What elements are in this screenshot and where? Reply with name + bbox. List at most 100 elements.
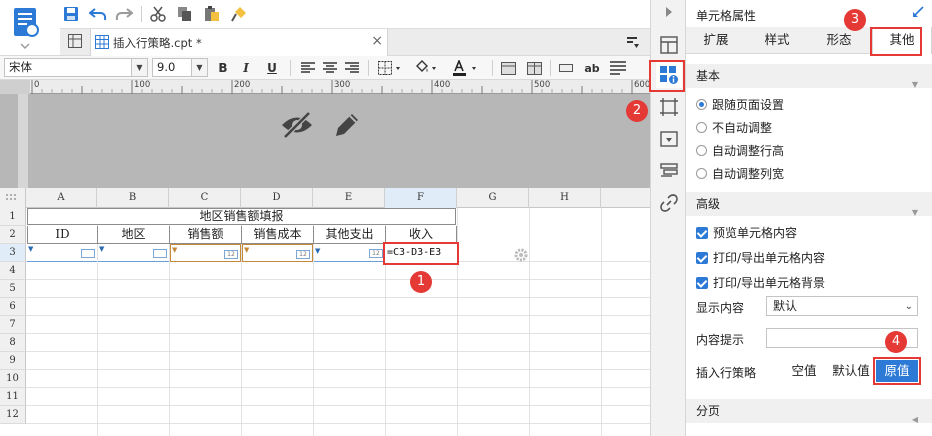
tab-style[interactable]: 样式 xyxy=(746,27,808,54)
font-color-icon[interactable] xyxy=(450,59,484,77)
hyperlink-icon[interactable] xyxy=(656,190,682,216)
column-header-selected[interactable]: F xyxy=(385,188,457,208)
header-cell-id[interactable]: ID xyxy=(27,226,98,244)
insert-option-empty[interactable]: 空值 xyxy=(786,360,822,382)
data-cell-d3[interactable]: ▼ 12 xyxy=(242,244,313,262)
settings-gear-icon[interactable] xyxy=(514,248,528,265)
redo-icon[interactable] xyxy=(113,4,135,24)
radio-auto-row-height[interactable]: 自动调整行高 xyxy=(696,142,784,159)
wrap-icon[interactable] xyxy=(556,59,576,77)
row-header[interactable]: 7 xyxy=(0,316,26,334)
row-header[interactable]: 12 xyxy=(0,406,26,424)
header-cell-sales[interactable]: 销售额 xyxy=(169,226,242,244)
column-header[interactable]: C xyxy=(169,188,241,208)
hide-eye-icon[interactable] xyxy=(280,110,314,143)
undo-icon[interactable] xyxy=(87,4,109,24)
tab-other[interactable]: 其他 xyxy=(872,27,932,54)
column-header[interactable]: A xyxy=(26,188,97,208)
font-family-select[interactable]: 宋体 ▼ xyxy=(4,58,148,77)
cpt-file-icon xyxy=(95,35,109,52)
data-cell-e3[interactable]: ▼ 12 xyxy=(314,244,385,262)
line-spacing-icon[interactable] xyxy=(608,59,628,77)
section-advanced[interactable]: 高级 ▼ xyxy=(686,192,932,217)
row-header[interactable]: 11 xyxy=(0,388,26,406)
cell-attribute-icon[interactable] xyxy=(656,32,682,58)
radio-no-auto[interactable]: 不自动调整 xyxy=(696,119,772,136)
row-header[interactable]: 10 xyxy=(0,370,26,388)
border-icon[interactable] xyxy=(376,59,406,77)
tab-expand[interactable]: 扩展 xyxy=(686,27,746,54)
row-header[interactable]: 8 xyxy=(0,334,26,352)
widget-dropdown-icon[interactable] xyxy=(656,126,682,152)
pin-icon[interactable] xyxy=(912,6,924,21)
row-header[interactable]: 5 xyxy=(0,280,26,298)
insert-option-default[interactable]: 默认值 xyxy=(828,360,874,382)
widget-box xyxy=(81,249,95,258)
italic-button[interactable]: I xyxy=(236,59,256,77)
report-title-cell[interactable]: 地区销售额填报 xyxy=(27,208,456,225)
row-header[interactable]: 9 xyxy=(0,352,26,370)
radio-follow-page[interactable]: 跟随页面设置 xyxy=(696,96,784,113)
column-header[interactable]: E xyxy=(313,188,385,208)
section-basic[interactable]: 基本 ▼ xyxy=(686,64,932,89)
app-logo-icon[interactable] xyxy=(12,6,42,50)
copy-icon[interactable] xyxy=(174,4,196,24)
callout-badge: 2 xyxy=(626,100,648,122)
tab-form[interactable]: 形态 xyxy=(808,27,870,54)
underline-button[interactable]: U xyxy=(262,59,282,77)
tooltip-label: 内容提示 xyxy=(696,333,745,347)
section-paging[interactable]: 分页 ◀ xyxy=(686,399,932,424)
row-header[interactable]: 6 xyxy=(0,298,26,316)
formula-cell-f3[interactable]: =C3-D3-E3 xyxy=(385,244,457,263)
align-right-icon[interactable] xyxy=(342,59,362,77)
document-tab[interactable]: 插入行策略.cpt * × xyxy=(90,29,388,56)
header-cell-cost[interactable]: 销售成本 xyxy=(241,226,314,244)
row-header-selected[interactable]: 3 xyxy=(0,244,26,262)
data-cell-a3[interactable]: ▼ xyxy=(27,244,97,262)
check-preview-content[interactable]: 预览单元格内容 xyxy=(696,224,797,241)
data-cell-c3[interactable]: ▼ 12 xyxy=(170,244,241,262)
number-widget-box: 12 xyxy=(224,250,238,259)
row-header[interactable]: 2 xyxy=(0,226,26,244)
expand-caret-icon: ◀ xyxy=(911,415,918,424)
header-cell-income[interactable]: 收入 xyxy=(385,226,457,244)
row-header[interactable]: 1 xyxy=(0,208,26,226)
check-print-content[interactable]: 打印/导出单元格内容 xyxy=(696,249,825,266)
save-icon[interactable] xyxy=(60,4,82,24)
insert-option-original[interactable]: 原值 xyxy=(876,360,918,382)
collapse-arrow-icon[interactable] xyxy=(656,2,682,22)
bold-button[interactable]: B xyxy=(213,59,233,77)
column-header[interactable]: B xyxy=(97,188,169,208)
check-print-background[interactable]: 打印/导出单元格背景 xyxy=(696,274,825,291)
panel-tab-bar: 扩展 样式 形态 其他 xyxy=(686,27,932,54)
condition-list-icon[interactable] xyxy=(656,158,682,184)
column-header[interactable]: D xyxy=(241,188,313,208)
edit-pencil-icon[interactable] xyxy=(332,110,362,143)
column-header[interactable]: G xyxy=(457,188,529,208)
text-style-button[interactable]: ab xyxy=(580,59,604,77)
template-grid-icon[interactable] xyxy=(68,34,82,51)
widget-box xyxy=(153,249,167,258)
column-header[interactable]: H xyxy=(529,188,601,208)
header-cell-other-expense[interactable]: 其他支出 xyxy=(313,226,386,244)
paste-icon[interactable] xyxy=(201,4,223,24)
font-size-select[interactable]: 9.0 ▼ xyxy=(152,58,208,77)
align-left-icon[interactable] xyxy=(298,59,318,77)
align-center-icon[interactable] xyxy=(320,59,340,77)
fill-color-icon[interactable] xyxy=(412,59,442,77)
split-cells-icon[interactable] xyxy=(524,59,544,77)
select-all-corner[interactable] xyxy=(0,188,26,208)
header-cell-region[interactable]: 地区 xyxy=(97,226,170,244)
close-tab-icon[interactable]: × xyxy=(371,34,383,48)
format-painter-icon[interactable] xyxy=(228,4,250,24)
tab-list-menu-icon[interactable] xyxy=(626,35,640,52)
radio-auto-col-width[interactable]: 自动调整列宽 xyxy=(696,165,784,182)
data-cell-b3[interactable]: ▼ xyxy=(98,244,169,262)
merge-cells-icon[interactable] xyxy=(498,59,518,77)
element-frame-icon[interactable] xyxy=(656,94,682,120)
expand-marker-icon: ▼ xyxy=(99,245,105,253)
row-header[interactable]: 4 xyxy=(0,262,26,280)
cell-property-icon[interactable] xyxy=(656,62,682,88)
cut-icon[interactable] xyxy=(147,4,169,24)
display-content-select[interactable]: 默认 ⌄ xyxy=(766,296,918,316)
